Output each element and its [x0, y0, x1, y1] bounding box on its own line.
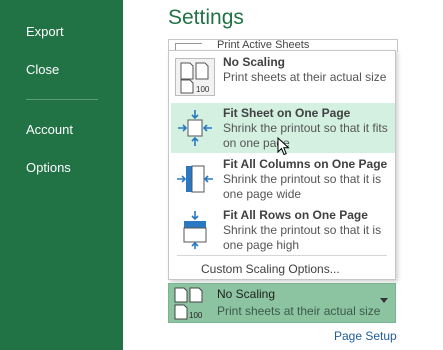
scaling-dropdown-menu: 100 No Scaling Print sheets at their act…: [168, 50, 396, 280]
sidebar-divider: [26, 99, 98, 100]
settings-heading: Settings: [168, 6, 244, 29]
sidebar-item-options[interactable]: Options: [26, 160, 71, 175]
sidebar-item-account[interactable]: Account: [26, 122, 73, 137]
menu-divider: [177, 255, 387, 256]
scaling-option-no-scaling[interactable]: 100 No Scaling Print sheets at their act…: [171, 52, 395, 102]
no-scaling-icon: 100: [175, 58, 215, 96]
scaling-option-desc: Shrink the printout so that it is one pa…: [223, 223, 382, 252]
scaling-option-desc: Shrink the printout so that it is one pa…: [223, 172, 382, 201]
scaling-option-desc: Shrink the printout so that it fits on o…: [223, 121, 388, 150]
backstage-sidebar: Export Close Account Options: [0, 0, 123, 350]
sidebar-item-close[interactable]: Close: [26, 62, 59, 77]
no-scaling-icon-label: 100: [189, 311, 203, 320]
print-settings-panel: Settings Print Active Sheets 100 No Scal…: [123, 0, 443, 350]
fit-rows-icon: [175, 211, 215, 249]
fit-sheet-icon: [175, 109, 215, 147]
scaling-select[interactable]: 100 No Scaling Print sheets at their act…: [168, 283, 396, 323]
scaling-option-fit-columns[interactable]: Fit All Columns on One Page Shrink the p…: [171, 154, 395, 204]
scaling-option-title: Fit Sheet on One Page: [223, 106, 351, 120]
sidebar-item-export[interactable]: Export: [26, 24, 64, 39]
scaling-option-title: Fit All Rows on One Page: [223, 208, 368, 222]
no-scaling-icon: 100: [174, 287, 203, 320]
custom-scaling-options-link[interactable]: Custom Scaling Options...: [201, 262, 340, 276]
scaling-option-title: No Scaling: [223, 55, 286, 69]
scaling-option-title: Fit All Columns on One Page: [223, 157, 388, 171]
scaling-select-title: No Scaling: [217, 287, 276, 301]
mouse-pointer-icon: [277, 137, 290, 156]
no-scaling-icon-label: 100: [196, 85, 210, 94]
fit-columns-icon: [175, 160, 215, 198]
dropdown-arrow-icon: [380, 298, 388, 303]
page-setup-link[interactable]: Page Setup: [334, 329, 397, 343]
scaling-option-fit-rows[interactable]: Fit All Rows on One Page Shrink the prin…: [171, 205, 395, 255]
scaling-option-desc: Print sheets at their actual size: [223, 70, 387, 84]
scaling-select-desc: Print sheets at their actual size: [217, 304, 381, 318]
